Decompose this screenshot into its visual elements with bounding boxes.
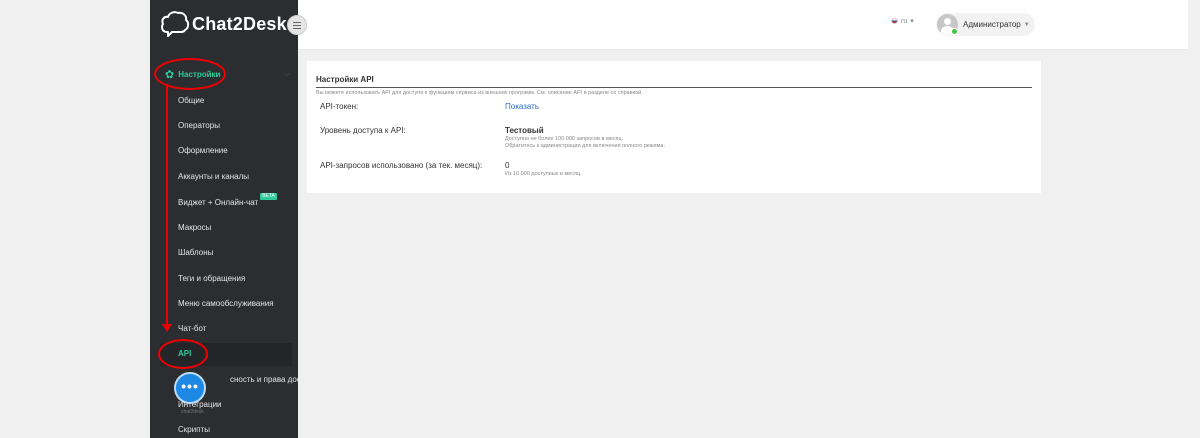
show-token-link[interactable]: Показать (505, 102, 539, 111)
chat-widget-button[interactable]: ••• (174, 372, 206, 404)
sidebar-item-operators[interactable]: Операторы (178, 119, 220, 133)
menu-toggle-button[interactable] (287, 15, 307, 35)
panel-title: Настройки API (316, 75, 374, 84)
sidebar-item-widget-label: Виджет + Онлайн-чат (178, 198, 259, 207)
sidebar-item-appearance[interactable]: Оформление (178, 144, 228, 158)
page-margin-right (1188, 0, 1200, 438)
top-header: ru ▾ Администратор ▼ (298, 0, 1188, 50)
caret-down-icon: ▼ (1023, 21, 1030, 28)
api-token-label: API-токен: (320, 102, 359, 111)
widget-caption: chat2desk (181, 409, 204, 415)
hamburger-icon (293, 24, 301, 26)
requests-used-label: API-запросов использовано (за тек. месяц… (320, 161, 483, 170)
api-settings-panel: Настройки API Вы можете использовать API… (307, 61, 1041, 193)
sidebar-item-security[interactable]: сность и права доступа (230, 373, 298, 387)
requests-limit-note: Из 10 000 доступных в месяц. (505, 171, 582, 177)
access-level-label: Уровень доступа к API: (320, 126, 406, 135)
caret-down-icon: ▾ (910, 18, 914, 25)
annotation-arrow-line (166, 86, 168, 326)
online-status-dot (951, 28, 958, 35)
sidebar-item-tags[interactable]: Теги и обращения (178, 272, 245, 286)
sidebar-item-macros[interactable]: Макросы (178, 221, 211, 235)
sidebar-item-chatbot[interactable]: Чат-бот (178, 322, 206, 336)
sidebar-item-general[interactable]: Общие (178, 94, 204, 108)
flag-icon (891, 18, 898, 24)
sidebar-section-settings[interactable]: ✿ Настройки ⌵ (160, 64, 292, 84)
gear-icon: ✿ (165, 68, 175, 81)
sidebar-item-scripts[interactable]: Скрипты (178, 423, 210, 437)
beta-badge: BETA (260, 193, 277, 200)
sidebar-item-accounts[interactable]: Аккаунты и каналы (178, 170, 249, 184)
chat-bubble-icon: ••• (181, 378, 199, 394)
page-margin-left (0, 0, 150, 438)
panel-description: Вы можете использовать API для доступа к… (316, 90, 643, 96)
user-name: Администратор (963, 20, 1021, 29)
app-name: Chat2Desk (192, 13, 287, 34)
app-logo[interactable]: Chat2Desk (160, 10, 287, 38)
language-selector[interactable]: ru ▾ (891, 17, 914, 25)
sidebar-section-label: Настройки (178, 69, 221, 79)
access-level-hint: Обратитесь к администрации для включения… (505, 143, 665, 149)
sidebar-item-templates[interactable]: Шаблоны (178, 246, 213, 260)
sidebar-item-widget[interactable]: Виджет + Онлайн-чатBETA (178, 193, 277, 210)
access-level-note: Доступно не более 100 000 запросов в мес… (505, 136, 624, 142)
sidebar-item-api[interactable]: API (178, 347, 191, 361)
sidebar: Chat2Desk ✿ Настройки ⌵ Общие Операторы … (150, 0, 298, 438)
cloud-chat-icon (161, 11, 190, 37)
chevron-down-icon: ⌵ (283, 69, 290, 78)
language-code: ru (901, 17, 908, 25)
sidebar-item-self-service[interactable]: Меню самообслуживания (178, 297, 274, 311)
access-level-value: Тестовый (505, 126, 544, 135)
requests-used-value: 0 (505, 161, 510, 170)
divider (316, 87, 1032, 88)
annotation-arrow-head (162, 324, 172, 332)
